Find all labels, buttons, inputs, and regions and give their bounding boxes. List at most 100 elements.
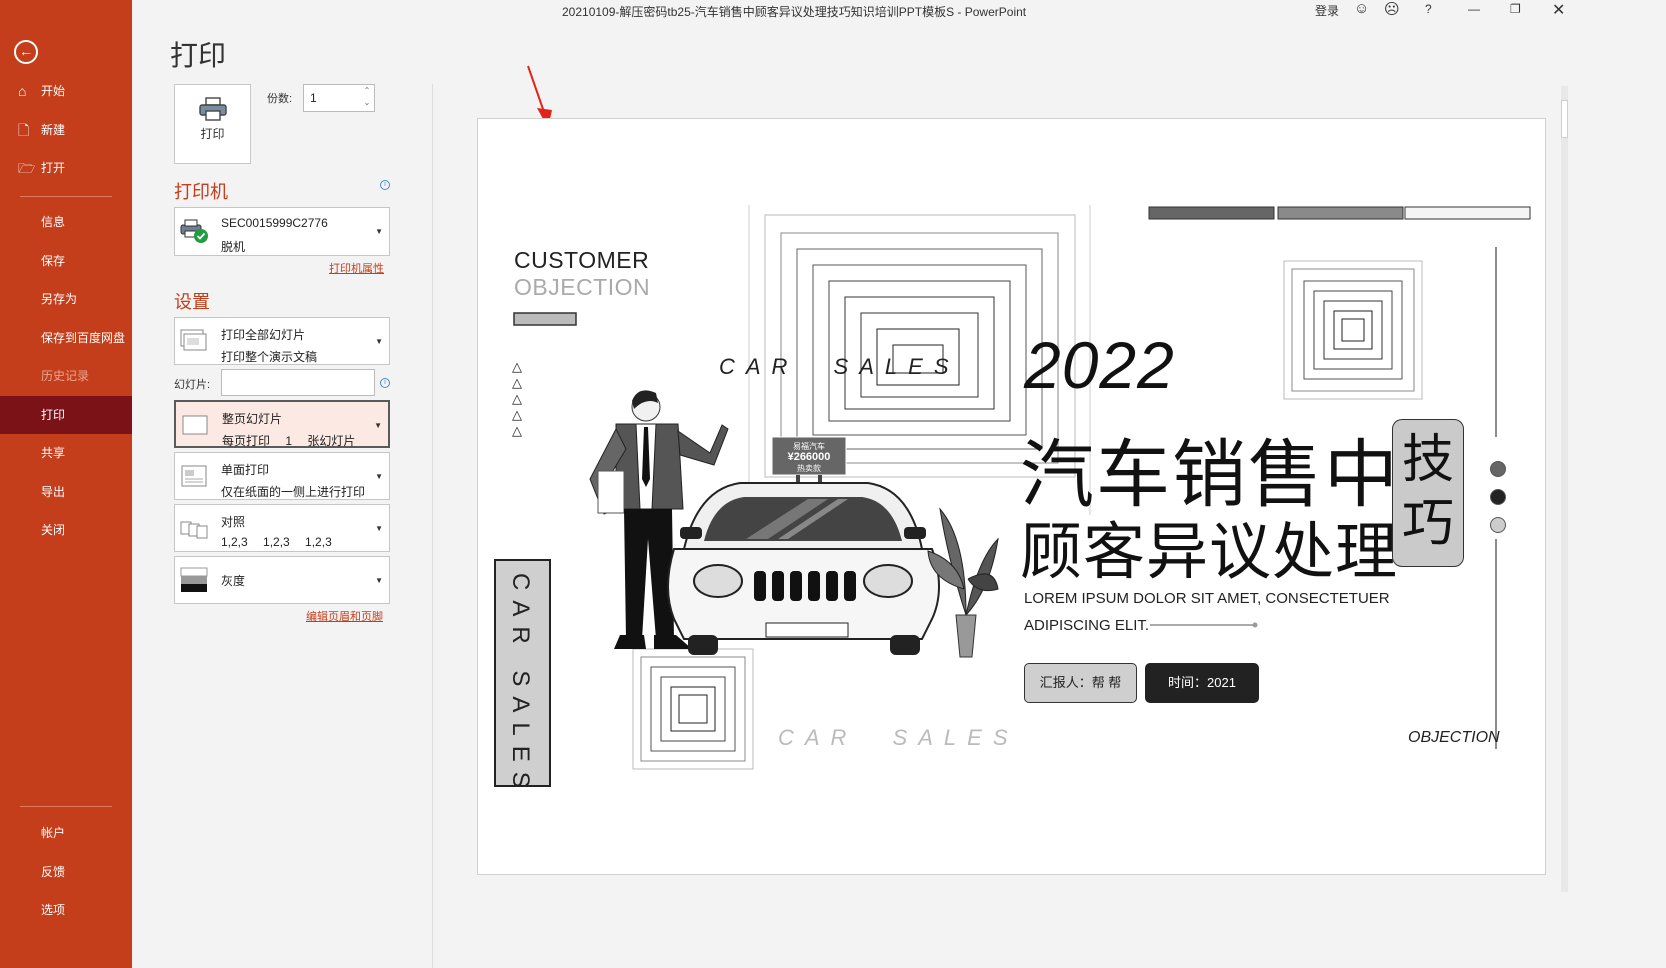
dot-marker: [1490, 517, 1506, 533]
frown-icon[interactable]: ☹: [1384, 0, 1400, 18]
slide-car-sales-text: CAR SALES: [719, 354, 960, 379]
slide-car-sales-faded: CAR SALES: [778, 725, 1019, 750]
slide-tag-char: 技: [1401, 431, 1454, 489]
slide-objection-italic: OBJECTION: [1408, 729, 1500, 746]
smile-icon[interactable]: ☺: [1354, 0, 1369, 17]
slides-input[interactable]: [221, 369, 375, 396]
slide-tag-box: 技 巧: [1392, 419, 1464, 567]
sidebar-item-label: 打印: [41, 408, 66, 422]
sidebar-item-label: 新建: [41, 123, 66, 137]
chevron-down-icon: ▼: [375, 472, 383, 481]
slide-title-line2: 顾客异议处理: [1020, 518, 1399, 587]
dropdown-primary-text: 单面打印: [221, 463, 270, 477]
sidebar-item-label: 打开: [41, 161, 66, 175]
sign-price: ¥266000: [787, 451, 831, 463]
slide-objection-text: OBJECTION: [514, 274, 651, 300]
sidebar-item-feedback[interactable]: 反馈: [0, 853, 132, 891]
single-sided-icon: [181, 465, 207, 487]
print-range-select[interactable]: 打印全部幻灯片 打印整个演示文稿 ▼: [174, 317, 390, 365]
dropdown-secondary-text: 每页打印 1 张幻灯片: [222, 434, 356, 448]
settings-section-title: 设置: [174, 292, 210, 312]
sidebar-divider: [20, 196, 112, 197]
printer-icon: [198, 97, 227, 121]
collation-select[interactable]: 对照 1,2,3 1,2,3 1,2,3 ▼: [174, 504, 390, 552]
copies-stepper[interactable]: ⌃ ⌄: [360, 85, 374, 111]
sidebar-item-label: 反馈: [41, 865, 66, 879]
printer-status: 脱机: [221, 240, 246, 254]
sidebar-item-share[interactable]: 共享: [0, 434, 132, 472]
backstage-sidebar: ← ⌂ 开始 🗋 新建 🗁 打开 信息 保存 另存为 保存到百度网盘 历史记录 …: [0, 0, 132, 968]
sidebar-item-account[interactable]: 帐户: [0, 814, 132, 852]
info-icon[interactable]: i: [380, 378, 390, 388]
scrollbar-thumb[interactable]: [1561, 100, 1568, 138]
sidebar-item-label: 选项: [41, 903, 66, 917]
triangle-icon: △: [512, 375, 522, 390]
sidebar-item-label: 开始: [41, 84, 66, 98]
print-button[interactable]: 打印: [174, 84, 251, 164]
collated-icon: [180, 521, 208, 539]
price-sign: 易福汽车 ¥266000 热卖款: [774, 441, 844, 474]
grayscale-icon: [180, 567, 208, 592]
triangle-icon: △: [512, 359, 522, 374]
printer-section-title: 打印机: [174, 182, 228, 202]
dot-marker: [1490, 461, 1506, 477]
chevron-down-icon: ▼: [374, 421, 382, 430]
info-icon[interactable]: i: [380, 180, 390, 190]
sidebar-item-label: 信息: [41, 215, 66, 229]
printer-select[interactable]: SEC0015999C2776 脱机 ▼: [174, 207, 390, 256]
print-settings-panel: 打印 打印 份数: 1 ⌃⌄ 打印机 i SEC0015999C2776 脱机: [132, 22, 432, 968]
sidebar-item-history: 历史记录: [0, 357, 132, 395]
window-title: 20210109-解压密码tb25-汽车销售中顾客异议处理技巧知识培训PPT模板…: [562, 5, 1027, 19]
triangle-icon: △: [512, 391, 522, 406]
page-title: 打印: [170, 40, 227, 71]
edit-header-footer-link[interactable]: 编辑页眉和页脚: [306, 608, 383, 624]
slide-time-badge: 时间：2021: [1145, 663, 1259, 703]
layout-select[interactable]: 整页幻灯片 每页打印 1 张幻灯片 ▼: [174, 400, 390, 448]
minimize-icon[interactable]: —: [1468, 2, 1480, 16]
slide-subtitle: LOREM IPSUM DOLOR SIT AMET, CONSECTETUER…: [1024, 590, 1390, 634]
copies-label: 份数:: [267, 93, 293, 105]
chevron-down-icon: ▼: [375, 337, 383, 346]
dropdown-primary-text: 对照: [221, 515, 246, 529]
chevron-down-icon: ▼: [375, 576, 383, 585]
slides-label: 幻灯片:: [174, 379, 211, 391]
slide-year: 2022: [1024, 328, 1175, 402]
sidebar-item-info[interactable]: 信息: [0, 203, 132, 241]
slide-customer-text: CUSTOMER: [514, 247, 650, 273]
dropdown-secondary-text: 打印整个演示文稿: [221, 350, 318, 364]
sidebar-divider: [20, 806, 112, 807]
sidebar-item-open[interactable]: 🗁 打开: [0, 149, 132, 187]
help-icon[interactable]: ?: [1425, 2, 1432, 16]
close-window-icon[interactable]: ✕: [1552, 0, 1565, 20]
sidebar-item-new[interactable]: 🗋 新建: [0, 111, 132, 149]
sidebar-item-options[interactable]: 选项: [0, 891, 132, 929]
slide-tag-char: 巧: [1401, 495, 1454, 553]
slide-reporter-badge: 汇报人：帮 帮: [1024, 663, 1137, 703]
new-file-icon: 🗋: [18, 122, 30, 138]
restore-icon[interactable]: ❐: [1510, 2, 1521, 16]
printer-ready-icon: [180, 219, 208, 243]
dot-marker: [1490, 489, 1506, 505]
preview-scrollbar[interactable]: [1561, 86, 1568, 892]
sidebar-item-label: 历史记录: [41, 369, 90, 383]
sign-tag: 热卖款: [797, 464, 821, 473]
sidebar-item-label: 关闭: [41, 523, 66, 537]
sidebar-item-save[interactable]: 保存: [0, 242, 132, 280]
sidebar-item-export[interactable]: 导出: [0, 473, 132, 511]
dropdown-secondary-text: 仅在纸面的一侧上进行打印: [221, 485, 366, 499]
title-bar: 20210109-解压密码tb25-汽车销售中顾客异议处理技巧知识培训PPT模板…: [132, 0, 1666, 22]
sidebar-item-label: 保存到百度网盘: [41, 331, 126, 345]
full-page-slide-icon: [182, 415, 208, 435]
color-select[interactable]: 灰度 ▼: [174, 556, 390, 604]
sidebar-item-print[interactable]: 打印: [0, 396, 132, 434]
signin-link[interactable]: 登录: [1315, 2, 1339, 19]
sidebar-item-close[interactable]: 关闭: [0, 511, 132, 549]
open-folder-icon: 🗁: [18, 160, 36, 176]
sidebar-item-home[interactable]: ⌂ 开始: [0, 72, 132, 110]
sides-select[interactable]: 单面打印 仅在纸面的一侧上进行打印 ▼: [174, 452, 390, 500]
sidebar-item-save-as[interactable]: 另存为: [0, 280, 132, 318]
sidebar-item-save-baidu[interactable]: 保存到百度网盘: [0, 319, 132, 357]
sidebar-item-label: 共享: [41, 446, 66, 460]
printer-properties-link[interactable]: 打印机属性: [329, 260, 384, 276]
back-arrow-icon[interactable]: ←: [14, 40, 38, 64]
